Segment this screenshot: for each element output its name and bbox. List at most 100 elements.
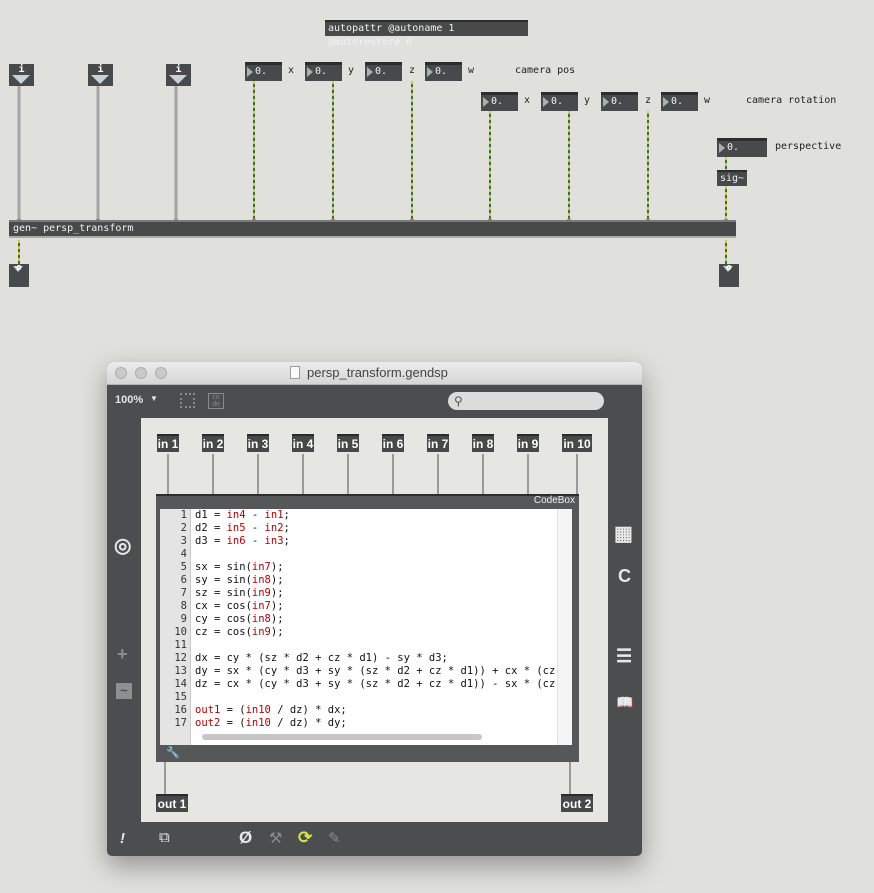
autopattr-object[interactable]: autopattr @autoname 1 @autorestore 0 [325,20,528,48]
line-number: 5 [180,561,187,573]
code-token: d3 = [195,535,227,547]
int-inlet-3[interactable]: i [166,64,191,86]
number-value: 0. [671,96,684,107]
clue-icon[interactable]: C [618,566,631,587]
code-token: dx = cy * (sz * d2 + cz * d1) - sy * d3; [195,652,448,664]
mute-icon[interactable]: Ø [239,828,252,848]
search-input[interactable]: ⚲ [448,392,604,410]
gen-inlet-2[interactable]: in 2 [202,434,224,452]
inlet-arrow-icon [12,75,30,84]
line-number: 1 [180,509,187,521]
chevron-down-icon[interactable]: ▼ [150,394,158,403]
add-icon[interactable]: + [117,644,128,665]
camera-rot-y-number[interactable]: 0. [541,92,578,111]
grid-icon[interactable]: ▦ [614,521,633,546]
code-line: d1 = in4 - in1; [195,509,558,522]
inlet-label: i [97,64,104,75]
horizontal-scrollbar-thumb[interactable] [202,734,482,740]
code-token: cz = cos( [195,626,252,638]
line-number: 16 [174,704,187,716]
line-number: 4 [180,548,187,560]
perspective-number[interactable]: 0. [717,138,767,157]
code-identifier: in8 [251,613,271,625]
sig-object[interactable]: sig~ [717,170,747,186]
code-token: ); [270,626,284,638]
gen-outlet-1[interactable]: out 1 [156,794,188,812]
int-inlet-2[interactable]: i [88,64,113,86]
outlet-1[interactable]: o [9,264,29,287]
outlet-2[interactable]: o [719,264,739,287]
line-number: 15 [174,691,187,703]
line-number: 11 [174,639,187,651]
reference-icon[interactable]: 📖 [616,694,633,711]
code-identifier: in7 [251,561,271,573]
code-editor[interactable]: 1 2 3 4 5 6 7 8 9 10 11 12 13 14 15 16 17 d1 = in4 - in1… [160,509,572,745]
gen-object[interactable]: gen~ persp_transform [9,220,736,238]
number-value: 0. [255,66,268,77]
fit-icon[interactable] [180,393,195,408]
gen-inlet-6[interactable]: in 6 [382,434,404,452]
number-value: 0. [435,66,448,77]
gen-inlet-3[interactable]: in 3 [247,434,269,452]
gen-inlet-4[interactable]: in 4 [292,434,314,452]
list-icon[interactable]: ☰ [616,646,632,667]
camera-pos-z-number[interactable]: 0. [365,62,402,81]
console-icon[interactable]: ! [120,830,125,847]
camera-rot-w-number[interactable]: 0. [661,92,698,111]
refresh-icon[interactable]: ⟳ [298,828,312,848]
wrench-icon[interactable]: 🔧 [166,746,180,759]
code-token: ); [270,574,284,586]
code-toggle-icon[interactable]: co de [208,393,224,409]
code-line: dy = sx * (cy * d3 + sy * (sz * d2 + cz … [195,665,558,678]
axis-label-w: w [468,65,475,76]
gen-inlet-1[interactable]: in 1 [157,434,179,452]
close-window-button[interactable] [115,367,127,379]
signal-icon[interactable]: ~ [116,683,132,699]
gen-outlet-2[interactable]: out 2 [561,794,593,812]
gen-window[interactable]: persp_transform.gendsp 100% ▼ co de ⚲ ◎ +… [107,362,642,856]
camera-pos-y-number[interactable]: 0. [305,62,342,81]
line-number: 6 [180,574,187,586]
camera-rot-z-number[interactable]: 0. [601,92,638,111]
zoom-level[interactable]: 100% [115,394,143,406]
minimize-window-button[interactable] [135,367,147,379]
code-identifier: in5 [226,522,246,534]
debug-icon[interactable]: ✎ [328,829,341,847]
camera-pos-w-number[interactable]: 0. [425,62,462,81]
code-token: ); [270,613,284,625]
camera-pos-x-number[interactable]: 0. [245,62,282,81]
gen-inlet-9[interactable]: in 9 [517,434,539,452]
vertical-scrollbar-track[interactable] [557,509,572,745]
code-token: ; [283,509,290,521]
inspector-icon[interactable]: ◎ [114,533,131,558]
number-value: 0. [491,96,504,107]
code-token: sz = sin( [195,587,252,599]
camera-rot-x-number[interactable]: 0. [481,92,518,111]
windows-icon[interactable]: ⧉ [159,829,170,846]
line-number: 3 [180,535,187,547]
code-line: sz = sin(in9); [195,587,558,600]
gen-inlet-7[interactable]: in 7 [427,434,449,452]
number-triangle-icon [307,67,313,77]
gen-inlet-5[interactable]: in 5 [337,434,359,452]
number-triangle-icon [483,97,489,107]
code-text[interactable]: d1 = in4 - in1; d2 = in5 - in2; d3 = in6 -… [195,509,558,730]
window-titlebar[interactable]: persp_transform.gendsp [107,362,642,385]
line-number: 12 [174,652,187,664]
code-token: - [245,522,265,534]
code-token: ; [283,522,290,534]
code-token: - [245,509,265,521]
code-line: sx = sin(in7); [195,561,558,574]
number-value: 0. [375,66,388,77]
edit-hammer-icon[interactable]: ⚒ [269,829,282,847]
gen-canvas[interactable]: in 1 in 2 in 3 in 4 in 5 in 6 in 7 in 8 … [141,418,608,822]
search-icon: ⚲ [454,394,463,408]
number-triangle-icon [367,67,373,77]
codebox[interactable]: CodeBox 1 2 3 4 5 6 7 8 9 10 11 12 13 14 15 16 17 d1 = i… [156,494,579,762]
zoom-window-button[interactable] [155,367,167,379]
gen-inlet-8[interactable]: in 8 [472,434,494,452]
code-line: d2 = in5 - in2; [195,522,558,535]
int-inlet-1[interactable]: i [9,64,34,86]
gen-inlet-10[interactable]: in 10 [562,434,592,452]
code-identifier: in7 [251,600,271,612]
